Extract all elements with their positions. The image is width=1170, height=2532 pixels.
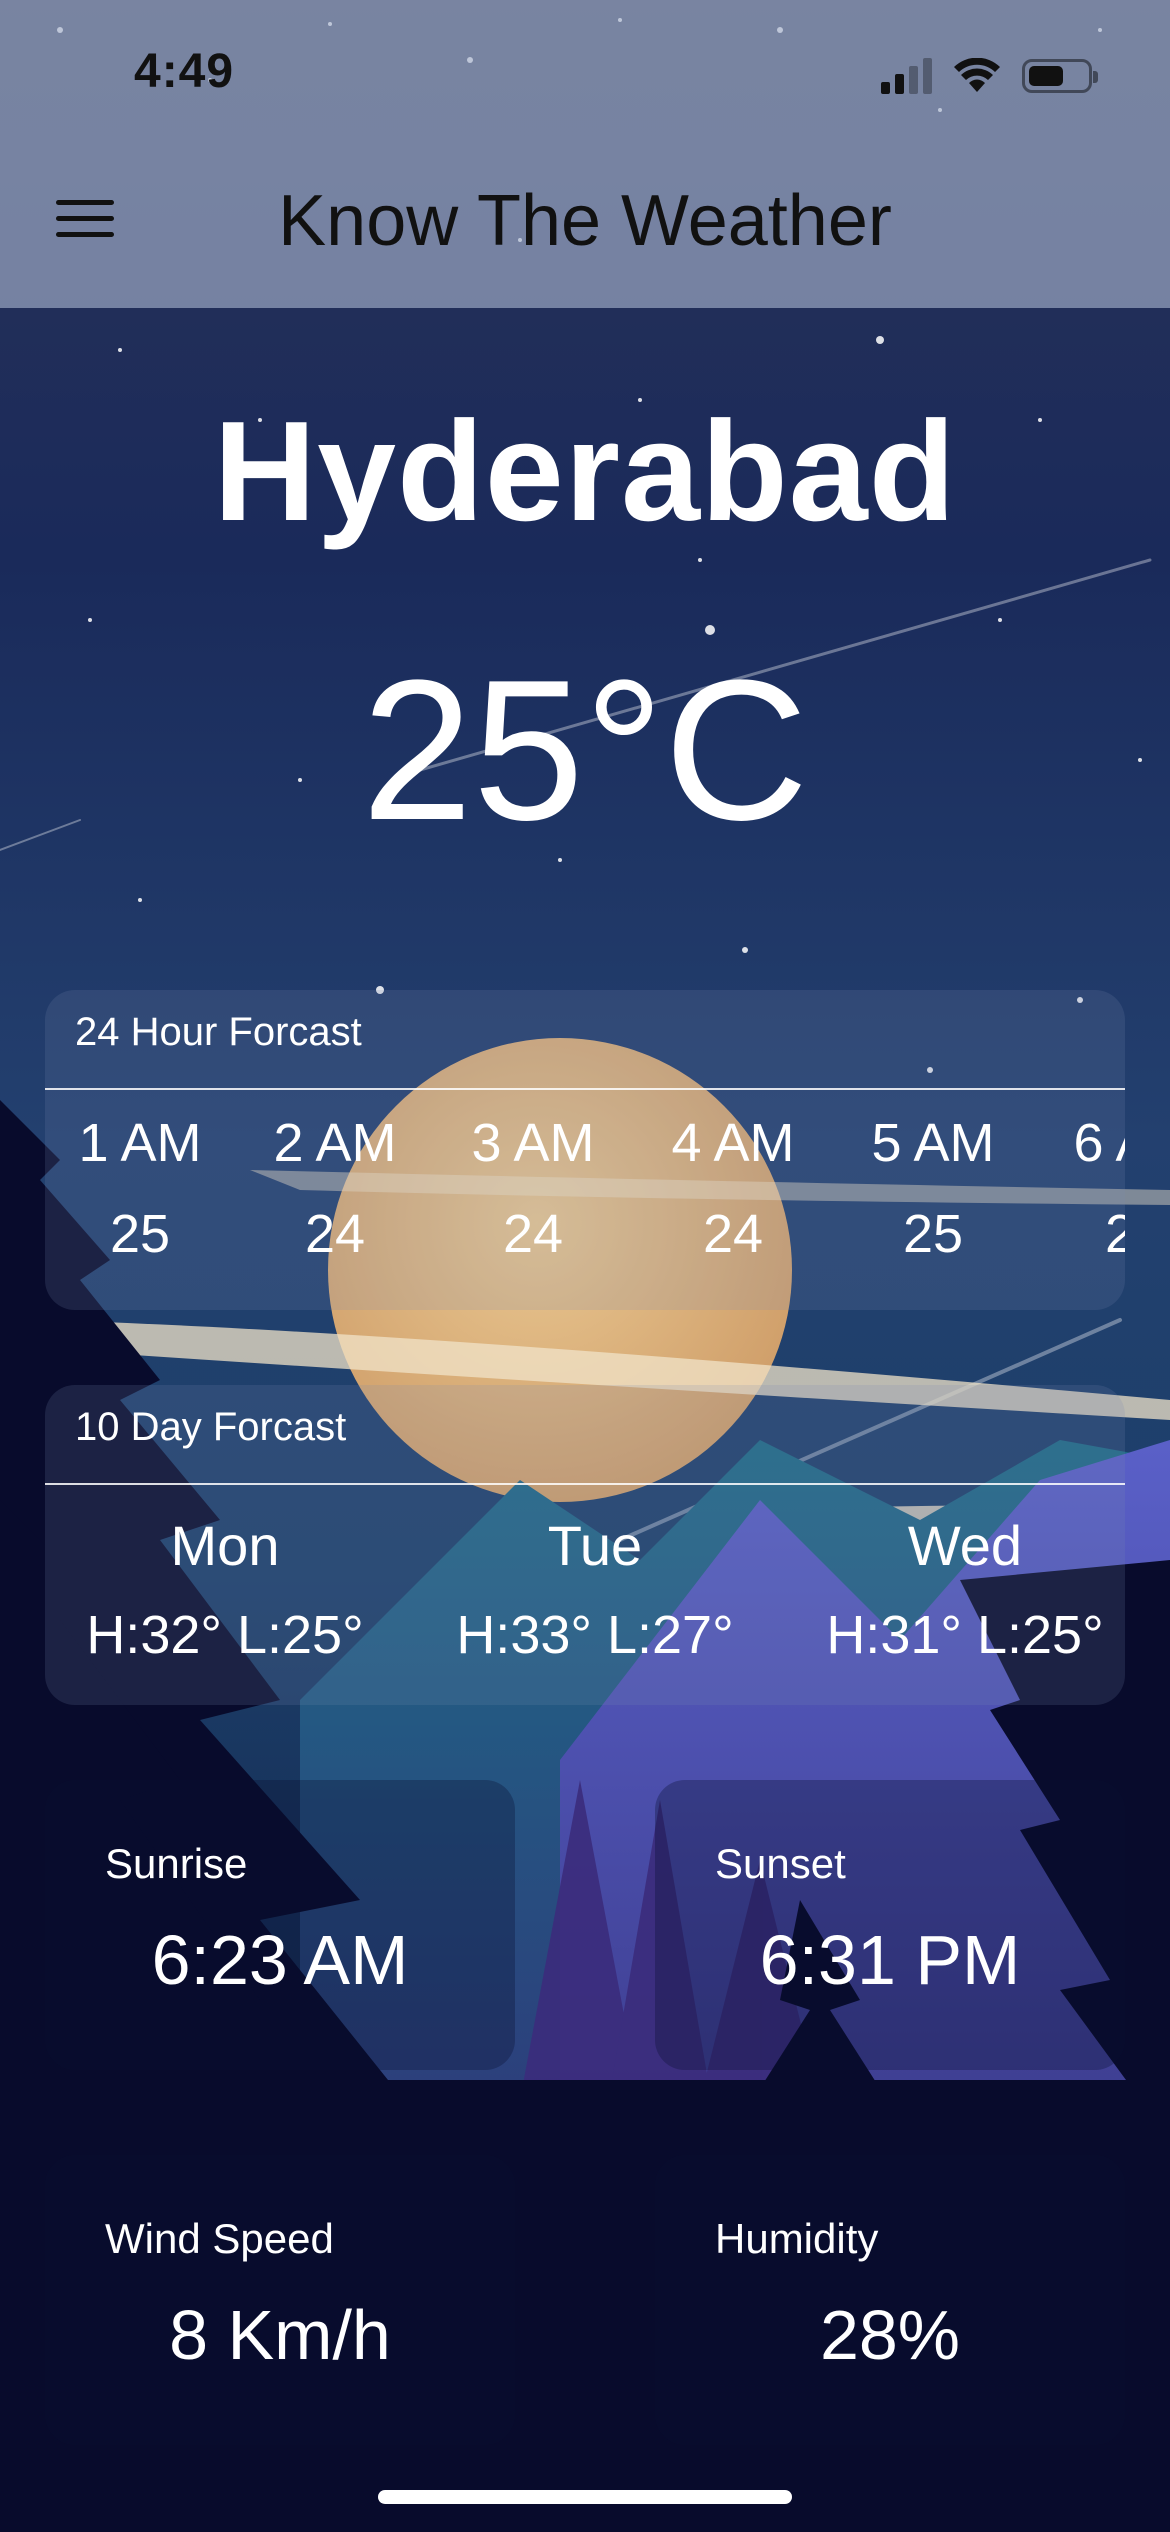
hourly-item: 5 AM 25	[843, 1108, 1023, 1264]
city-name: Hyderabad	[213, 392, 957, 551]
hour-time: 5 AM	[871, 1113, 995, 1173]
hourly-forecast-card[interactable]: 24 Hour Forcast 1 AM 25 2 AM 24 3 AM 24 …	[45, 990, 1125, 1310]
daily-forecast-card[interactable]: 10 Day Forcast Mon H:32° L:25° Tue H:33°…	[45, 1385, 1125, 1705]
current-temperature: 25°C	[361, 639, 809, 862]
hour-temp: 25	[1104, 1204, 1125, 1264]
weather-content: Hyderabad 25°C 24 Hour Forcast 1 AM 25 2…	[0, 0, 1170, 2532]
hourly-item: 6 AM 25	[1045, 1108, 1125, 1264]
humidity-card: Humidity 28%	[655, 2155, 1125, 2445]
hour-temp: 24	[304, 1204, 366, 1264]
hour-temp: 24	[702, 1204, 764, 1264]
hourly-forecast-title: 24 Hour Forcast	[75, 1010, 362, 1054]
day-temp-range: H:31° L:25°	[826, 1605, 1104, 1665]
daily-item: Mon H:32° L:25°	[45, 1511, 405, 1667]
hour-time: 6 AM	[1073, 1113, 1125, 1173]
hourly-item: 2 AM 24	[245, 1108, 425, 1264]
status-time: 4:49	[134, 45, 235, 98]
day-temp-range: H:32° L:25°	[86, 1605, 364, 1665]
divider	[45, 1483, 1125, 1485]
hour-time: 2 AM	[273, 1113, 397, 1173]
hour-time: 4 AM	[671, 1113, 795, 1173]
wifi-icon	[954, 58, 1000, 92]
sunset-value: 6:31 PM	[759, 1921, 1021, 1999]
hour-temp: 25	[902, 1204, 964, 1264]
wind-speed-label: Wind Speed	[105, 2215, 334, 2262]
home-indicator[interactable]	[378, 2490, 792, 2504]
sunrise-value: 6:23 AM	[151, 1921, 409, 1999]
hour-temp: 24	[502, 1204, 564, 1264]
hourly-item: 3 AM 24	[443, 1108, 623, 1264]
hourly-forecast-row[interactable]: 1 AM 25 2 AM 24 3 AM 24 4 AM 24 5 AM 25 …	[45, 1108, 1125, 1308]
daily-item: Tue H:33° L:27°	[415, 1511, 775, 1667]
battery-icon	[1022, 59, 1098, 93]
wind-speed-value: 8 Km/h	[169, 2296, 391, 2374]
hourly-item: 1 AM 25	[50, 1108, 230, 1264]
wind-speed-card: Wind Speed 8 Km/h	[45, 2155, 515, 2445]
hour-temp: 25	[109, 1204, 171, 1264]
cellular-signal-icon	[881, 58, 932, 94]
hourly-item: 4 AM 24	[643, 1108, 823, 1264]
humidity-value: 28%	[819, 2296, 961, 2374]
day-name: Wed	[907, 1514, 1023, 1577]
day-name: Mon	[170, 1514, 280, 1577]
sunrise-label: Sunrise	[105, 1840, 248, 1887]
hour-time: 1 AM	[78, 1113, 202, 1173]
daily-forecast-title: 10 Day Forcast	[75, 1405, 347, 1449]
hour-time: 3 AM	[471, 1113, 595, 1173]
sunset-label: Sunset	[715, 1840, 846, 1887]
status-icons	[881, 54, 1098, 98]
divider	[45, 1088, 1125, 1090]
daily-item: Wed H:31° L:25°	[785, 1511, 1125, 1667]
sunrise-card: Sunrise 6:23 AM	[45, 1780, 515, 2070]
app-header: 4:49 Know The Weather	[0, 0, 1170, 308]
day-name: Tue	[547, 1514, 643, 1577]
humidity-label: Humidity	[715, 2215, 879, 2262]
sunset-card: Sunset 6:31 PM	[655, 1780, 1125, 2070]
app-title: Know The Weather	[278, 181, 892, 261]
day-temp-range: H:33° L:27°	[456, 1605, 734, 1665]
